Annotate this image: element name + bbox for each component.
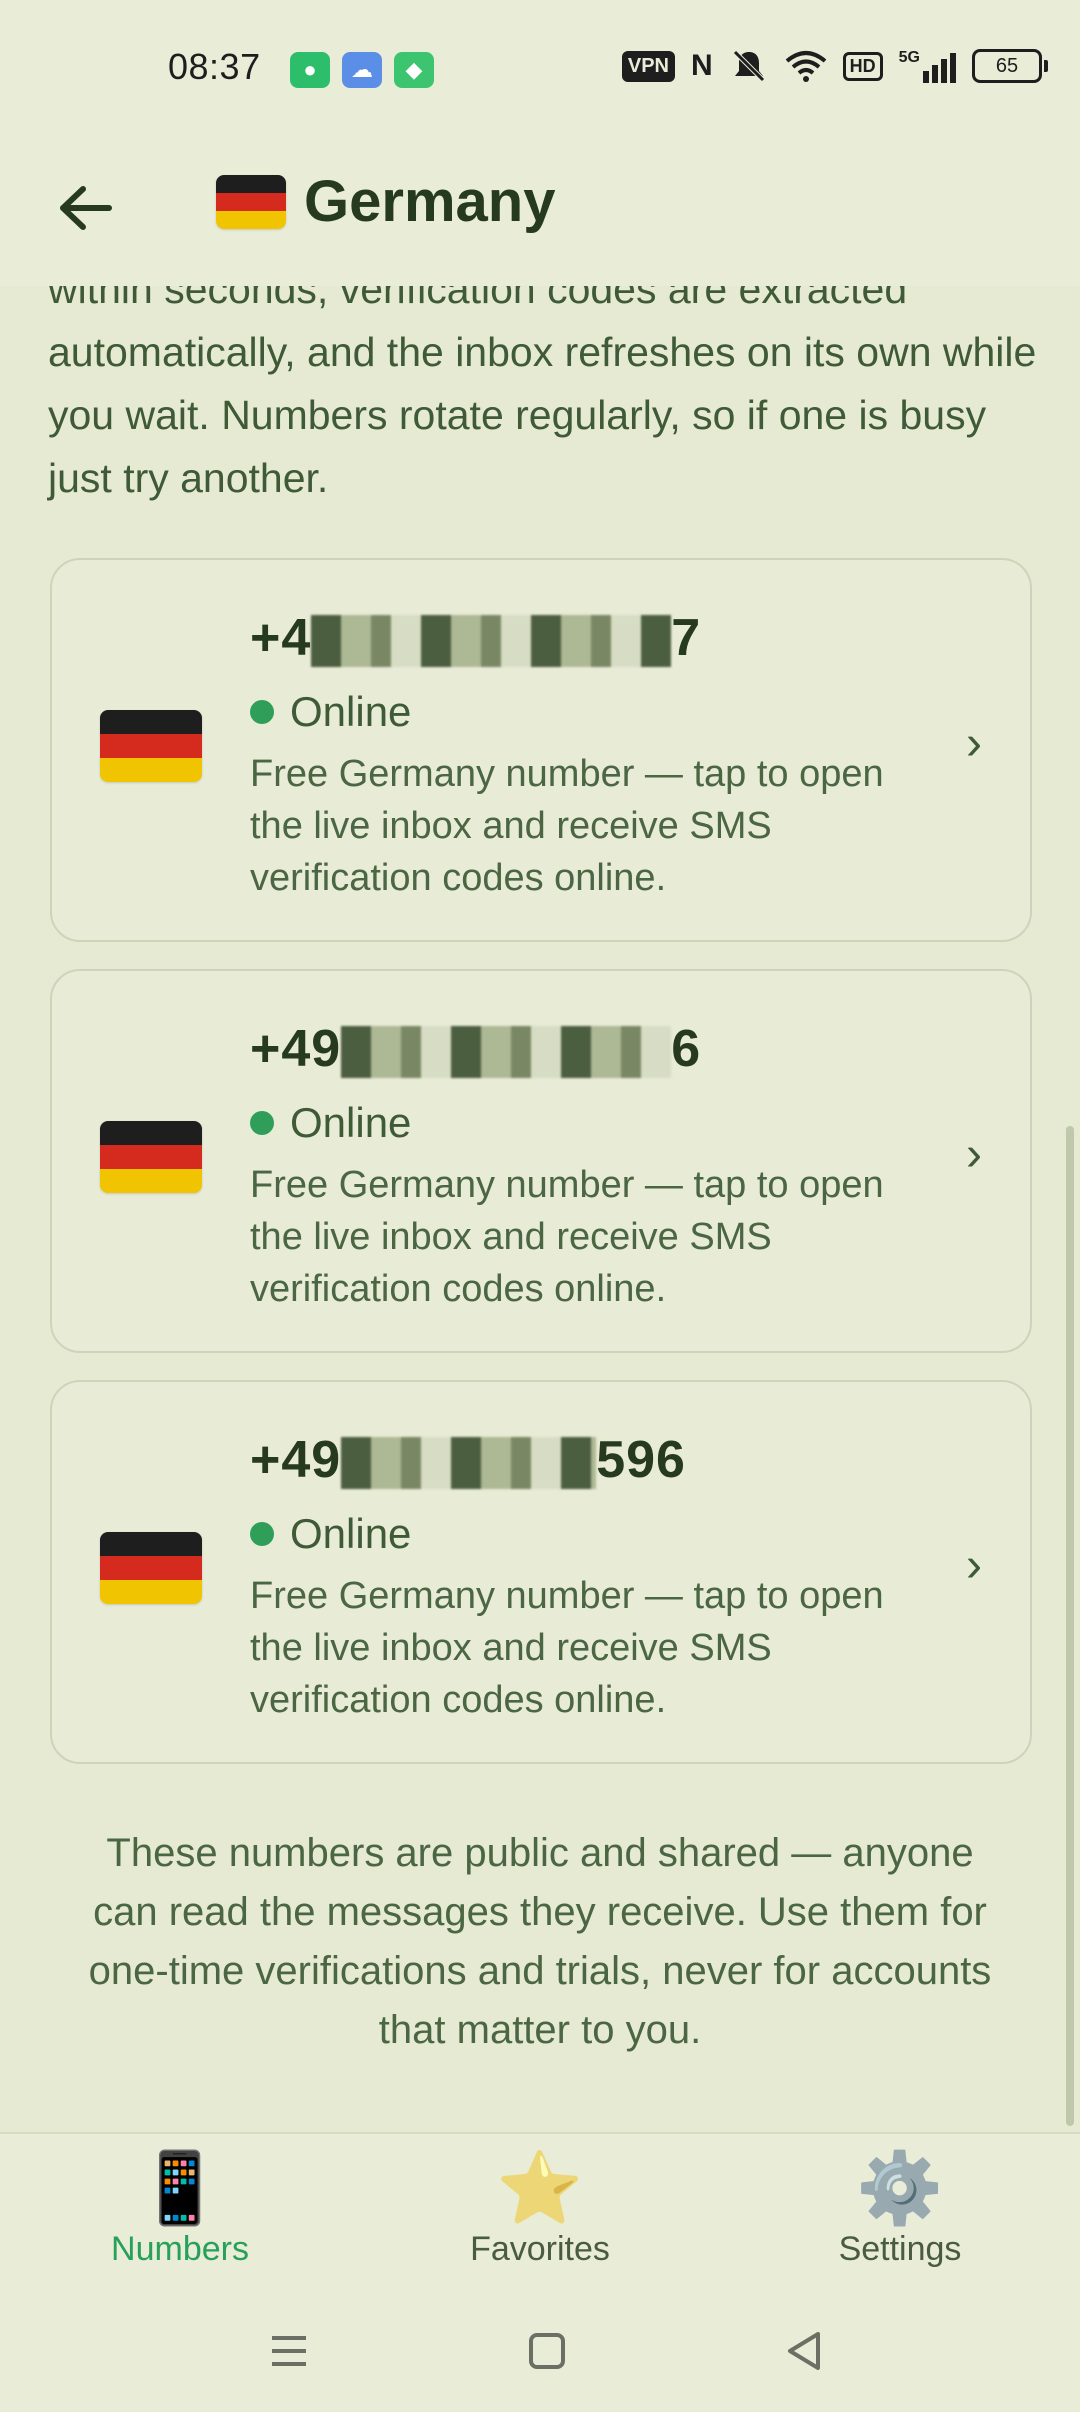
phone-number-prefix: +49: [250, 1431, 342, 1489]
home-icon[interactable]: [522, 2326, 572, 2376]
redacted-digits: [311, 615, 672, 668]
bottom-navigation: 📱 Numbers ⭐ Favorites ⚙️ Settings: [0, 2132, 1080, 2288]
online-status: Online: [250, 1099, 411, 1147]
redacted-digits: [341, 1026, 672, 1079]
network-type: 5G: [898, 49, 920, 66]
phone-number-prefix: +4: [250, 609, 312, 667]
signal-icon: 5G: [899, 49, 956, 83]
star-icon: ⭐: [496, 2149, 584, 2227]
redacted-digits: [341, 1437, 597, 1490]
status-label: Online: [290, 688, 412, 735]
phone-number: +49 6: [250, 1019, 701, 1079]
chevron-right-icon: ›: [966, 717, 982, 770]
hd-badge: HD: [842, 51, 883, 81]
online-dot-icon: [250, 1522, 274, 1546]
nfc-icon: N: [690, 49, 713, 82]
number-card-3[interactable]: +49 596 Online Free Germany number — tap …: [50, 1380, 1032, 1764]
nav-label: Numbers: [111, 2230, 249, 2268]
phone-number: +49 596: [250, 1430, 686, 1490]
app-bar: Germany: [0, 140, 1080, 286]
online-dot-icon: [250, 700, 274, 724]
phone-number-suffix: 7: [671, 609, 702, 667]
chevron-right-icon: ›: [966, 1128, 982, 1181]
germany-flag-icon: [100, 1532, 202, 1604]
back-button[interactable]: [56, 178, 116, 238]
chevron-right-icon: ›: [966, 1539, 982, 1592]
menu-icon[interactable]: [264, 2326, 314, 2376]
page-title-text: Germany: [304, 169, 556, 234]
phone-icon: 📱: [136, 2149, 224, 2227]
status-label: Online: [290, 1510, 412, 1557]
status-bar: 08:37 ● ☁ ◆ VPN N HD 5G 65: [0, 0, 1080, 140]
weather-app-icon: ☁: [342, 52, 382, 88]
chat-app-icon: ●: [290, 52, 330, 88]
phone-number-suffix: 6: [671, 1020, 702, 1078]
system-navigation-bar: [0, 2286, 1080, 2412]
public-numbers-note: These numbers are public and shared — an…: [88, 1831, 992, 2052]
germany-flag-icon: [100, 1121, 202, 1193]
card-description: Free Germany number — tap to open the li…: [250, 753, 884, 899]
back-triangle-icon[interactable]: [780, 2326, 830, 2376]
nav-numbers[interactable]: 📱 Numbers: [50, 2148, 310, 2269]
germany-flag-icon: [216, 174, 286, 229]
number-list[interactable]: within seconds, verification codes are e…: [0, 286, 1080, 2132]
arrow-left-icon: [60, 186, 112, 230]
status-time: 08:37: [168, 46, 261, 87]
battery-indicator: 65: [972, 49, 1048, 83]
mute-icon: [732, 50, 765, 82]
wifi-icon: [785, 51, 826, 82]
scrollbar[interactable]: [1066, 1126, 1074, 2126]
nav-label: Favorites: [470, 2230, 610, 2268]
phone-number: +4 7: [250, 608, 701, 668]
vpn-badge: VPN: [621, 50, 675, 82]
number-card-1[interactable]: +4 7 Online Free Germany number — tap to …: [50, 558, 1032, 942]
status-indicators: VPN N HD 5G 65: [621, 48, 1048, 84]
online-status: Online: [250, 1510, 411, 1558]
phone-number-prefix: +49: [250, 1020, 342, 1078]
phone-number-suffix: 596: [596, 1431, 686, 1489]
nav-favorites[interactable]: ⭐ Favorites: [410, 2148, 670, 2269]
page-title: Germany: [216, 168, 555, 235]
online-status: Online: [250, 688, 411, 736]
card-description: Free Germany number — tap to open the li…: [250, 1164, 884, 1310]
online-dot-icon: [250, 1111, 274, 1135]
number-card-2[interactable]: +49 6 Online Free Germany number — tap to…: [50, 969, 1032, 1353]
android-app-icon: ◆: [394, 52, 434, 88]
germany-flag-icon: [100, 710, 202, 782]
status-label: Online: [290, 1099, 412, 1146]
nav-label: Settings: [838, 2230, 962, 2268]
card-description: Free Germany number — tap to open the li…: [250, 1575, 884, 1721]
intro-text: within seconds, verification codes are e…: [48, 286, 1037, 501]
nav-settings[interactable]: ⚙️ Settings: [770, 2148, 1030, 2269]
gear-icon: ⚙️: [856, 2149, 944, 2227]
